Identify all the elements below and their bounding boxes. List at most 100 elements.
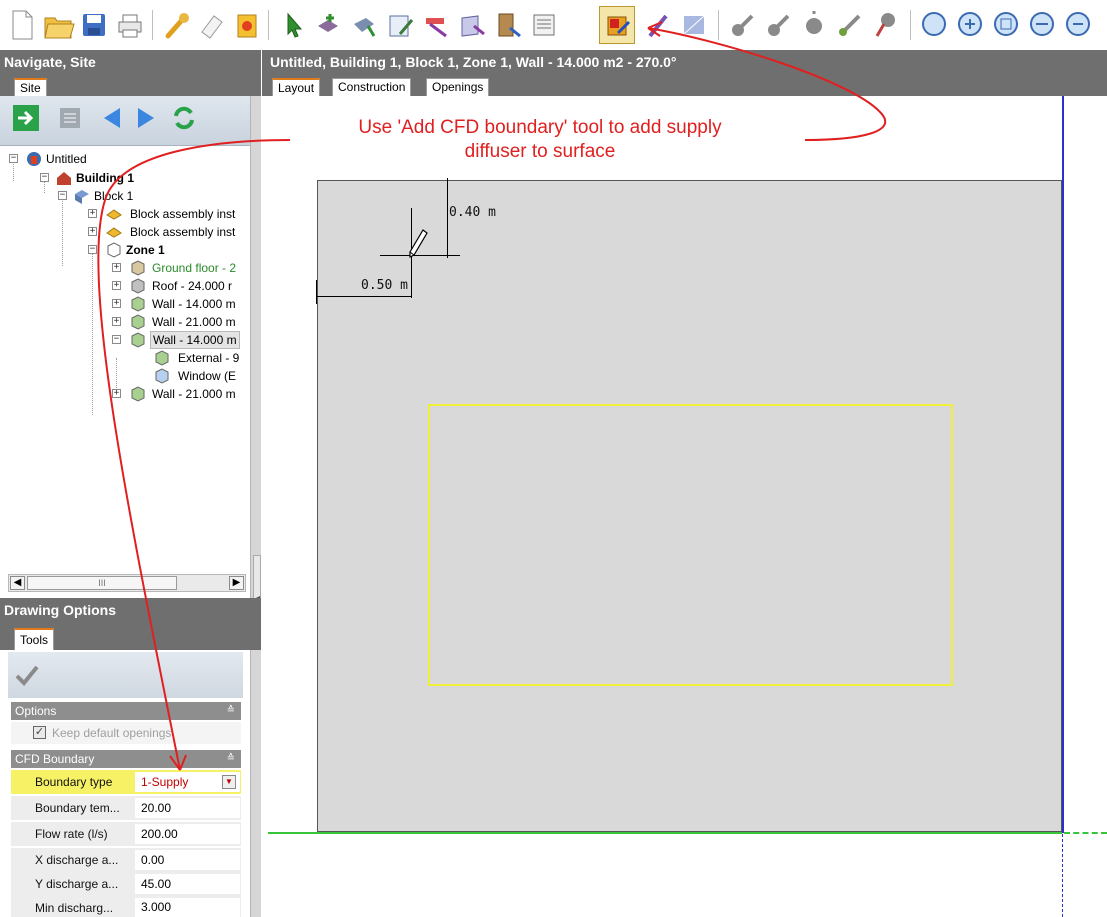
eraser-icon[interactable] <box>194 6 230 44</box>
checkmark-icon[interactable] <box>14 662 40 688</box>
drawing-options-header: Drawing Options <box>0 598 261 622</box>
keep-default-label: Keep default openings <box>52 726 172 740</box>
zoom-window-icon[interactable] <box>916 6 952 44</box>
draw-partition-icon[interactable] <box>382 6 418 44</box>
pencil-cursor-icon <box>409 229 428 258</box>
new-file-icon[interactable] <box>4 6 40 44</box>
add-cfd-boundary-icon[interactable] <box>599 6 635 44</box>
options-group-header[interactable]: Options ≙ <box>11 702 241 720</box>
dimension-vertical-label: 0.40 m <box>449 205 496 220</box>
prop-name: Boundary tem... <box>35 801 120 815</box>
zoom-extents-icon[interactable] <box>988 6 1024 44</box>
add-component-icon[interactable] <box>724 6 760 44</box>
dimension-line <box>447 178 448 258</box>
move-icon[interactable] <box>760 6 796 44</box>
floor-icon <box>131 260 145 276</box>
surface-title: Untitled, Building 1, Block 1, Zone 1, W… <box>262 50 1107 74</box>
window-opening[interactable] <box>428 404 953 686</box>
refresh-icon[interactable] <box>170 104 198 132</box>
navigate-toolbar <box>0 96 250 146</box>
prop-name: X discharge a... <box>35 853 119 867</box>
draw-line-icon[interactable] <box>640 6 676 44</box>
zoom-in-icon[interactable] <box>952 6 988 44</box>
editor-tabstrip: Layout Construction Openings <box>262 74 1107 96</box>
add-vent-icon[interactable] <box>526 6 562 44</box>
scroll-thumb[interactable]: III <box>27 576 177 590</box>
prop-value: 1-Supply <box>141 775 189 789</box>
dimension-line <box>317 296 412 297</box>
annotation-line-1: Use 'Add CFD boundary' tool to add suppl… <box>358 117 722 138</box>
min-discharge-field[interactable]: 3.000 <box>135 898 240 917</box>
boundary-type-select[interactable]: 1-Supply ▼ <box>135 772 240 792</box>
assembly-icon <box>106 227 122 238</box>
back-arrow-icon[interactable] <box>100 104 124 132</box>
tab-openings[interactable]: Openings <box>426 78 490 96</box>
min-discharge-row[interactable]: Min discharg... 3.000 <box>11 896 241 917</box>
y-discharge-field[interactable]: 45.00 <box>135 874 240 894</box>
cfd-boundary-group-header[interactable]: CFD Boundary ≙ <box>11 750 241 768</box>
keep-default-openings-row[interactable]: ✓ Keep default openings <box>11 722 241 744</box>
flow-rate-row[interactable]: Flow rate (l/s) 200.00 <box>11 822 241 846</box>
block-icon <box>75 190 89 204</box>
y-discharge-row[interactable]: Y discharge a... 45.00 <box>11 872 241 896</box>
wrench-icon[interactable] <box>158 6 194 44</box>
dropdown-arrow-icon[interactable]: ▼ <box>222 775 236 789</box>
window-icon <box>155 368 169 384</box>
zoom-pan-icon[interactable] <box>1024 6 1060 44</box>
zoom-out-icon[interactable] <box>1060 6 1096 44</box>
drawing-tools-toolbar <box>8 652 243 698</box>
wall-icon <box>131 332 145 348</box>
panel-splitter[interactable] <box>250 96 261 917</box>
draw-block-icon[interactable] <box>346 6 382 44</box>
add-window-icon[interactable] <box>454 6 490 44</box>
ground-line <box>268 832 1062 834</box>
navigate-tabstrip: Site <box>0 74 261 96</box>
stretch-icon[interactable] <box>832 6 868 44</box>
open-folder-icon[interactable] <box>40 6 76 44</box>
go-arrow-icon[interactable] <box>12 104 40 132</box>
tab-construction[interactable]: Construction <box>332 78 412 96</box>
site-tree: − Untitled − Building 1 − Block 1 + Bloc… <box>0 146 250 572</box>
add-block-icon[interactable] <box>310 6 346 44</box>
roof-icon <box>131 278 145 294</box>
import-icon[interactable] <box>230 6 266 44</box>
tab-layout[interactable]: Layout <box>272 78 321 96</box>
x-discharge-field[interactable]: 0.00 <box>135 850 240 870</box>
flow-rate-field[interactable]: 200.00 <box>135 824 240 844</box>
boundary-type-row[interactable]: Boundary type 1-Supply ▼ <box>11 770 241 794</box>
collapse-chevron-icon[interactable]: ≙ <box>227 750 235 768</box>
cut-icon[interactable] <box>418 6 454 44</box>
save-icon[interactable] <box>76 6 112 44</box>
add-door-icon[interactable] <box>490 6 526 44</box>
tree-horizontal-scrollbar[interactable]: ◀ III ▶ <box>8 574 246 592</box>
prop-name: Min discharg... <box>35 901 114 915</box>
assembly-icon <box>106 209 122 220</box>
wall-icon <box>131 296 145 312</box>
tab-tools[interactable]: Tools <box>14 628 55 650</box>
pointer-icon[interactable] <box>274 6 310 44</box>
dimension-line <box>316 280 317 304</box>
canvas-edge-line <box>1062 96 1064 833</box>
list-icon[interactable] <box>56 104 84 132</box>
cfd-group-label: CFD Boundary <box>15 752 95 766</box>
collapse-chevron-icon[interactable]: ≙ <box>227 702 235 720</box>
boundary-temperature-row[interactable]: Boundary tem... 20.00 <box>11 796 241 820</box>
zone-icon <box>107 242 121 258</box>
scroll-left-icon[interactable]: ◀ <box>10 576 25 590</box>
external-icon <box>155 350 169 366</box>
hatch-icon[interactable] <box>676 6 712 44</box>
x-discharge-row[interactable]: X discharge a... 0.00 <box>11 848 241 872</box>
pin-icon[interactable] <box>868 6 904 44</box>
rotate-icon[interactable] <box>796 6 832 44</box>
scroll-right-icon[interactable]: ▶ <box>229 576 244 590</box>
keep-default-checkbox[interactable]: ✓ <box>33 726 46 739</box>
dimension-horizontal-label: 0.50 m <box>361 278 408 293</box>
print-icon[interactable] <box>112 6 148 44</box>
building-icon <box>57 172 71 185</box>
boundary-temperature-field[interactable]: 20.00 <box>135 798 240 818</box>
edge-line-extension <box>1062 834 1063 917</box>
prop-name: Boundary type <box>35 775 113 789</box>
forward-arrow-icon[interactable] <box>134 104 158 132</box>
tab-site[interactable]: Site <box>14 78 47 96</box>
wall-icon <box>131 314 145 330</box>
